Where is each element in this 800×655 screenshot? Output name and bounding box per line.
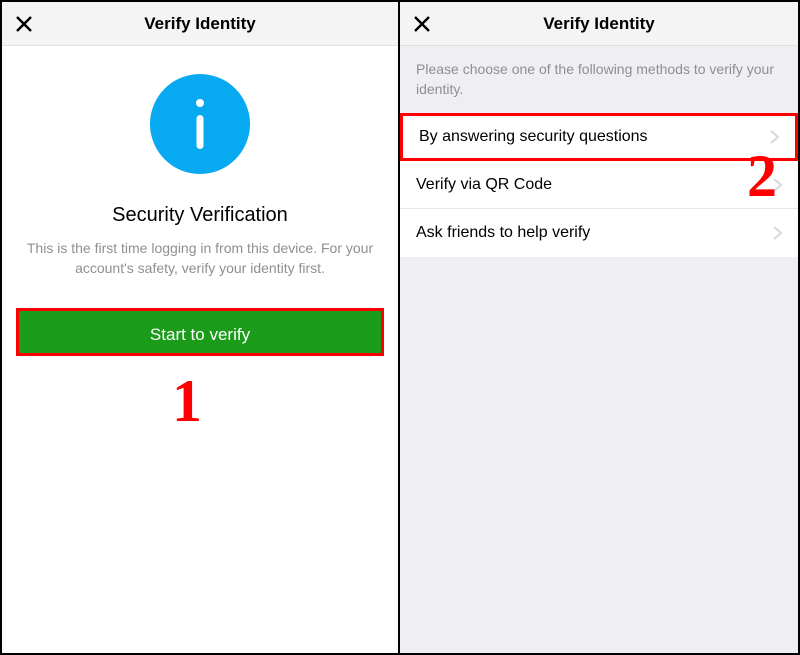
chevron-right-icon — [773, 226, 782, 240]
close-icon[interactable] — [408, 10, 436, 38]
option-friends-verify[interactable]: Ask friends to help verify — [400, 209, 798, 257]
start-verify-button[interactable]: Start to verify — [16, 308, 384, 356]
page-title: Verify Identity — [543, 14, 654, 34]
header-left: Verify Identity — [2, 2, 398, 46]
option-list: By answering security questions Verify v… — [400, 113, 798, 257]
right-content: Please choose one of the following metho… — [400, 46, 798, 653]
annotation-2: 2 — [747, 142, 777, 211]
section-title: Security Verification — [2, 204, 398, 227]
page-title: Verify Identity — [144, 14, 255, 34]
option-security-questions[interactable]: By answering security questions — [400, 113, 798, 161]
option-label: Ask friends to help verify — [416, 224, 590, 242]
left-content: Security Verification This is the first … — [2, 46, 398, 356]
pane-right: Verify Identity Please choose one of the… — [400, 2, 798, 653]
section-description: This is the first time logging in from t… — [20, 239, 380, 278]
close-icon[interactable] — [10, 10, 38, 38]
option-label: By answering security questions — [419, 128, 648, 146]
start-button-wrap: Start to verify — [16, 308, 384, 356]
option-qr-code[interactable]: Verify via QR Code — [400, 161, 798, 209]
pane-left: Verify Identity Security Verification Th… — [2, 2, 400, 653]
screenshot-container: Verify Identity Security Verification Th… — [0, 0, 800, 655]
info-icon — [150, 74, 250, 174]
annotation-1: 1 — [172, 367, 202, 436]
option-label: Verify via QR Code — [416, 176, 552, 194]
intro-text: Please choose one of the following metho… — [400, 46, 798, 113]
header-right: Verify Identity — [400, 2, 798, 46]
